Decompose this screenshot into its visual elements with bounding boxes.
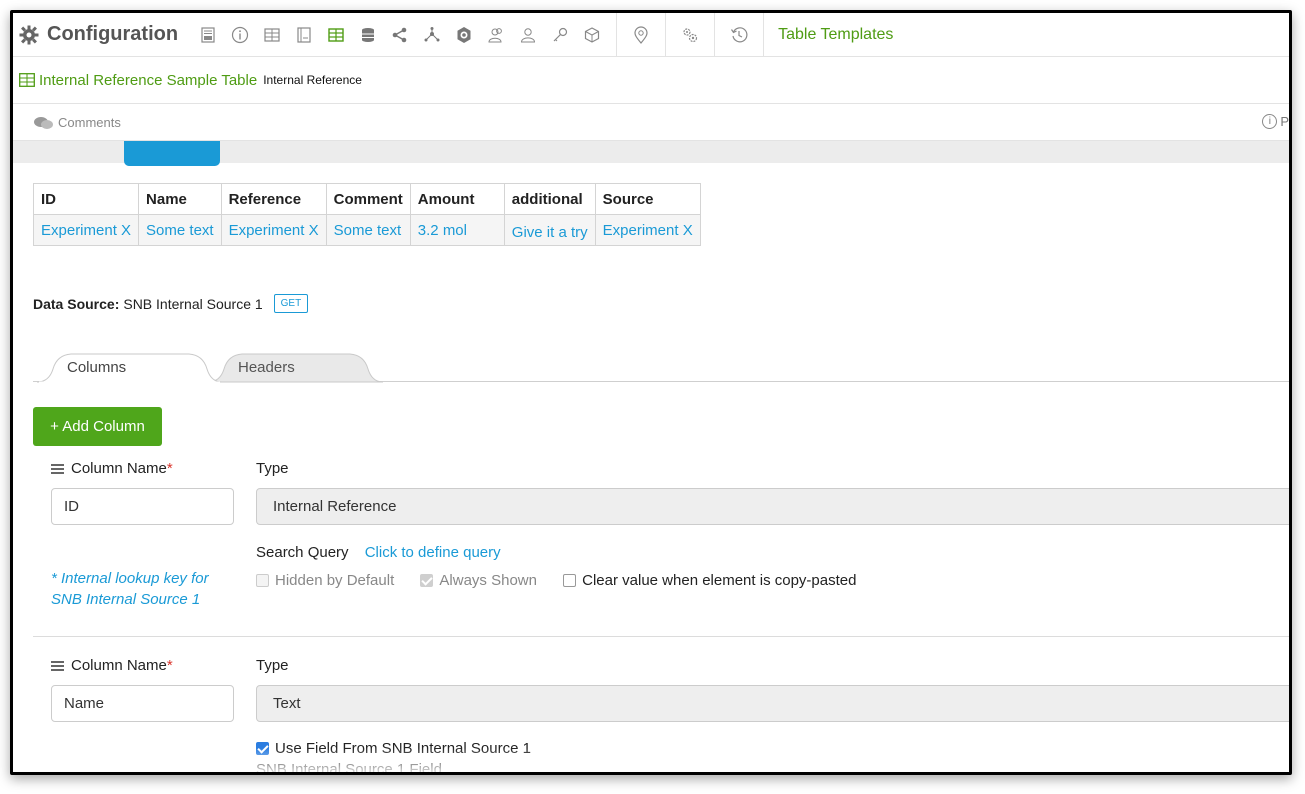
column-name-input[interactable]: ID xyxy=(51,488,234,525)
share-icon[interactable] xyxy=(390,25,410,45)
checkbox-box[interactable] xyxy=(563,574,577,587)
clear-value-checkbox[interactable]: Clear value when element is copy-pasted xyxy=(563,572,856,589)
user-icon[interactable] xyxy=(518,25,538,45)
tab-headers-label: Headers xyxy=(238,359,295,376)
comments-icon xyxy=(34,116,53,129)
hidden-by-default-checkbox: Hidden by Default xyxy=(256,572,394,589)
settings-badge-icon[interactable] xyxy=(454,25,474,45)
column-header: additional xyxy=(503,183,596,215)
tab-headers[interactable]: Headers xyxy=(208,353,383,383)
template-type-label: Internal Reference xyxy=(263,73,362,87)
required-mark: * xyxy=(166,657,173,674)
gears-icon[interactable] xyxy=(680,25,700,45)
users-icon[interactable] xyxy=(486,25,506,45)
required-mark: * xyxy=(166,460,173,477)
drag-handle-icon[interactable] xyxy=(51,661,64,672)
search-query-label: Search Query xyxy=(256,544,349,561)
table-header-row: ID Name Reference Comment Amount additio… xyxy=(32,183,701,215)
column-type-select[interactable]: Text xyxy=(256,685,1289,722)
breadcrumb: Internal Reference Sample Table Internal… xyxy=(13,57,1289,104)
column-name-text: Column Name xyxy=(71,460,167,477)
database-icon[interactable] xyxy=(358,25,378,45)
checkbox-label: Hidden by Default xyxy=(275,572,395,589)
lookup-key-hint: * Internal lookup key for SNB Internal S… xyxy=(51,570,209,608)
cube-icon[interactable] xyxy=(582,25,602,45)
table-cell-link[interactable]: 3.2 mol xyxy=(409,214,505,246)
type-label: Type xyxy=(256,460,289,477)
define-query-link[interactable]: Click to define query xyxy=(365,544,501,561)
column-header: Reference xyxy=(220,183,327,215)
template-name-link[interactable]: Internal Reference Sample Table xyxy=(39,72,257,89)
table-icon[interactable] xyxy=(262,25,282,45)
key-icon[interactable] xyxy=(550,25,570,45)
column-type-select[interactable]: Internal Reference xyxy=(256,488,1289,525)
search-query-row: Search Query Click to define query xyxy=(256,544,501,561)
column-name-text: Column Name xyxy=(71,657,167,674)
table-cell-link[interactable]: Experiment X xyxy=(220,214,327,246)
info-icon: i xyxy=(1262,114,1278,129)
always-shown-checkbox: Always Shown xyxy=(420,572,537,589)
preview-tab-indicator[interactable] xyxy=(124,141,220,166)
drag-handle-icon[interactable] xyxy=(51,464,64,475)
table-active-icon[interactable] xyxy=(326,25,346,45)
info-panel-toggle[interactable]: i P xyxy=(1262,114,1289,129)
configuration-title: Configuration xyxy=(47,23,179,45)
data-source-value: SNB Internal Source 1 xyxy=(123,295,263,312)
column-name-label: Column Name* xyxy=(51,657,173,674)
preview-table: ID Name Reference Comment Amount additio… xyxy=(32,183,701,246)
get-button[interactable]: GET xyxy=(273,294,309,313)
toolbar-divider xyxy=(763,13,765,57)
scroll-fade xyxy=(13,748,1289,772)
gear-icon xyxy=(19,25,39,44)
table-cell-link[interactable]: Experiment X xyxy=(32,214,140,246)
column-divider xyxy=(33,636,1289,637)
table-templates-link[interactable]: Table Templates xyxy=(778,26,893,44)
history-icon[interactable] xyxy=(729,25,749,45)
table-cell-link[interactable]: Give it a try xyxy=(503,214,596,246)
table-row: Experiment X Some text Experiment X Some… xyxy=(32,214,701,246)
checkbox-box xyxy=(420,574,434,587)
tab-shape xyxy=(37,353,222,383)
column-header: Comment xyxy=(325,183,411,215)
info-panel-label: P xyxy=(1280,114,1289,129)
location-icon[interactable] xyxy=(631,25,651,45)
table-cell-link[interactable]: Experiment X xyxy=(594,214,701,246)
column-name-label: Column Name* xyxy=(51,460,173,477)
configuration-brand[interactable]: Configuration xyxy=(13,23,178,46)
toolbar-divider xyxy=(665,13,667,57)
form-icon[interactable] xyxy=(198,25,218,45)
checkbox-label: Always Shown xyxy=(439,572,537,589)
data-source-row: Data Source: SNB Internal Source 1 GET xyxy=(33,294,309,313)
column-header: Source xyxy=(594,183,701,215)
comments-bar: Comments i P xyxy=(13,105,1289,141)
column-header: Name xyxy=(138,183,222,215)
column-name-input[interactable]: Name xyxy=(51,685,234,722)
table-cell-link[interactable]: Some text xyxy=(138,214,222,246)
tab-columns[interactable]: Columns xyxy=(37,353,222,383)
comments-toggle[interactable]: Comments xyxy=(58,115,121,130)
checkbox-label: Clear value when element is copy-pasted xyxy=(582,572,857,589)
toolbar-divider xyxy=(616,13,618,57)
column-header: Amount xyxy=(409,183,505,215)
add-column-button[interactable]: + Add Column xyxy=(33,407,162,446)
column-options: Hidden by Default Always Shown Clear val… xyxy=(256,572,878,591)
table-icon xyxy=(19,73,35,87)
app-window: Configuration Table Templates Internal R… xyxy=(10,10,1292,775)
document-icon[interactable] xyxy=(294,25,314,45)
toolbar-divider xyxy=(714,13,716,57)
column-header: ID xyxy=(32,183,140,215)
top-toolbar: Configuration Table Templates xyxy=(13,13,1289,57)
type-label: Type xyxy=(256,657,289,674)
tab-columns-label: Columns xyxy=(67,359,127,376)
network-icon[interactable] xyxy=(422,25,442,45)
tab-shape xyxy=(208,353,383,383)
checkbox-box xyxy=(256,574,269,587)
data-source-label: Data Source: xyxy=(33,295,120,312)
table-cell-link[interactable]: Some text xyxy=(325,214,411,246)
info-icon[interactable] xyxy=(230,25,250,45)
